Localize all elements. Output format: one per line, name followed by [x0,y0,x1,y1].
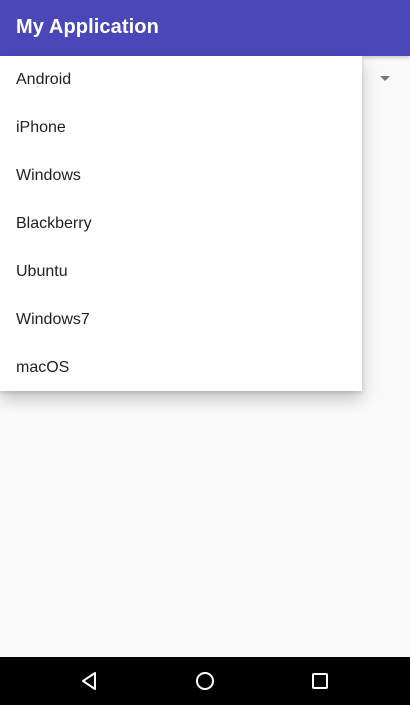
app-bar: My Application [0,0,410,56]
dropdown-arrow-icon[interactable] [380,76,390,81]
dropdown-item-blackberry[interactable]: Blackberry [0,200,362,248]
recents-button[interactable] [296,657,344,705]
dropdown-item-windows[interactable]: Windows [0,152,362,200]
dropdown-item-windows7[interactable]: Windows7 [0,296,362,344]
home-button[interactable] [181,657,229,705]
dropdown-item-ubuntu[interactable]: Ubuntu [0,248,362,296]
dropdown-item-macos[interactable]: macOS [0,344,362,392]
recents-icon [312,673,328,689]
back-icon [82,672,96,690]
home-icon [196,672,214,690]
system-navigation-bar [0,657,410,705]
app-title: My Application [16,16,159,38]
dropdown-item-iphone[interactable]: iPhone [0,104,362,152]
dropdown-item-android[interactable]: Android [0,56,362,104]
spinner-dropdown-menu: Android iPhone Windows Blackberry Ubuntu… [0,56,362,391]
back-button[interactable] [66,657,114,705]
app-screen: My Application Android iPhone Windows Bl… [0,0,410,705]
